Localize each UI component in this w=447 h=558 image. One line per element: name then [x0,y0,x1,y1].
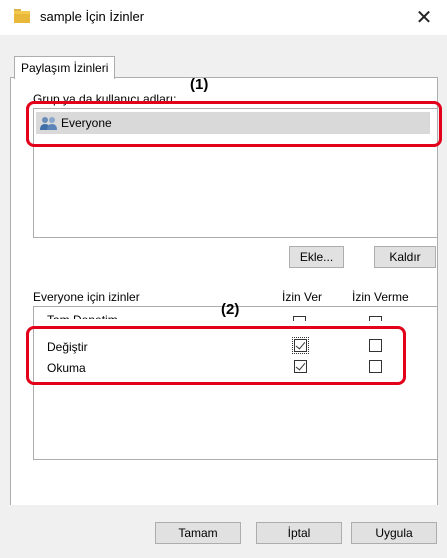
close-icon: ✕ [415,7,433,29]
add-button[interactable]: Ekle... [289,246,344,268]
allow-full-control-checkbox[interactable] [293,316,306,321]
close-button[interactable]: ✕ [401,0,447,35]
tab-label: Paylaşım İzinleri [21,61,109,75]
allow-column-header: İzin Ver [282,290,323,304]
deny-full-control-checkbox[interactable] [369,316,382,321]
annotation-marker-2: (2) [221,301,240,318]
cancel-button[interactable]: İptal [256,522,342,544]
annotation-highlight-2 [26,326,406,385]
window-title: sample İçin İzinler [40,9,145,24]
annotation-marker-1: (1) [190,76,209,93]
folder-icon [14,9,30,23]
tab-paylasim-izinleri[interactable]: Paylaşım İzinleri [14,56,116,79]
annotation-highlight-1 [26,101,442,147]
permission-row-full-control-label: Tam Denetim [47,313,118,319]
ok-button[interactable]: Tamam [155,522,241,544]
permissions-label: Everyone için izinler [33,290,140,304]
title-bar: sample İçin İzinler ✕ [0,0,447,35]
apply-button[interactable]: Uygula [351,522,437,544]
remove-button[interactable]: Kaldır [374,246,436,268]
deny-column-header: İzin Verme [352,290,409,304]
